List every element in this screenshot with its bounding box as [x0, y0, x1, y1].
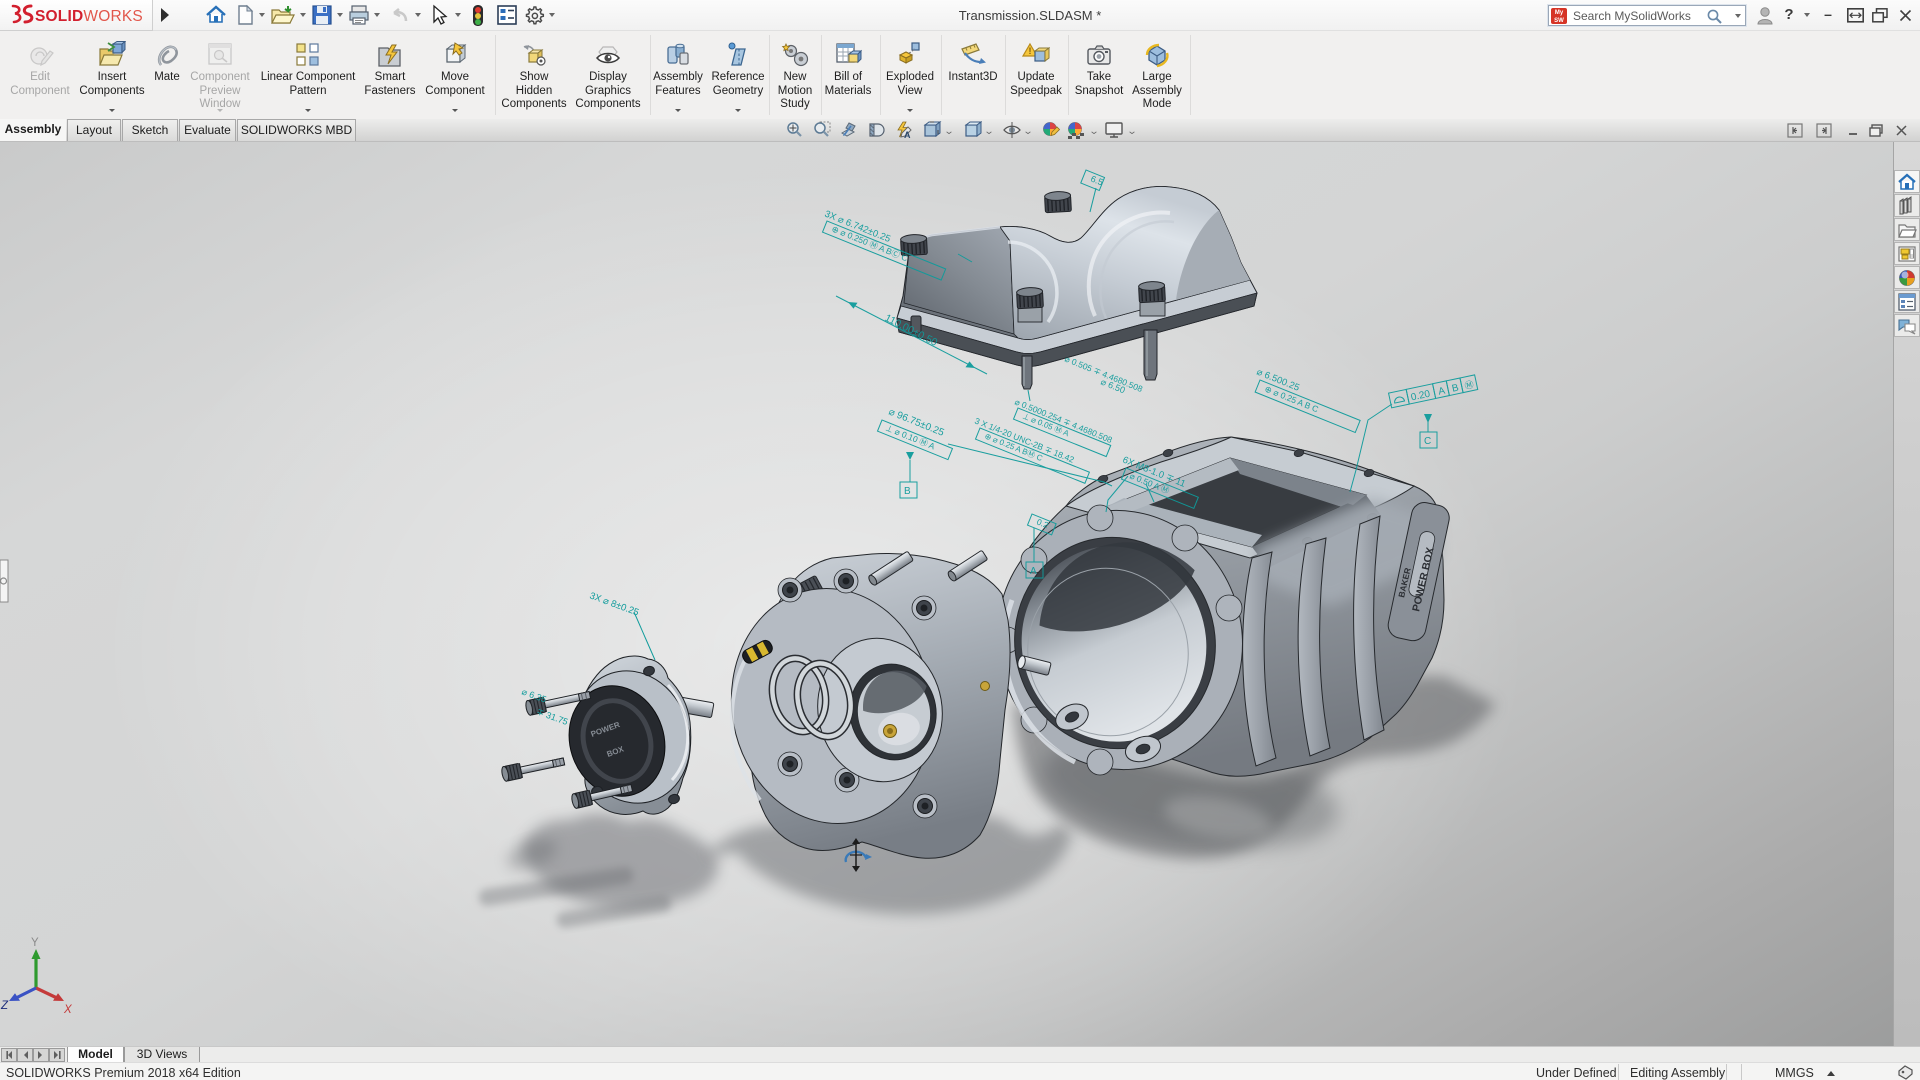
svg-text:SOLIDWORKS: SOLIDWORKS [35, 8, 143, 25]
svg-text:Ⓜ: Ⓜ [1464, 379, 1475, 391]
svg-text:C: C [1424, 436, 1431, 447]
svg-text:6.5: 6.5 [1089, 174, 1104, 188]
svg-text:0.20: 0.20 [1410, 389, 1432, 404]
svg-text:!: ! [1029, 46, 1032, 56]
svg-text:A: A [904, 130, 911, 140]
svg-text:Z: Z [0, 1000, 9, 1012]
svg-text:B: B [904, 486, 911, 497]
svg-text:A: A [1030, 566, 1037, 577]
svg-text:A: A [1437, 385, 1446, 397]
svg-text:B: B [1451, 383, 1460, 395]
svg-text:3X ⌀ 8±0.25: 3X ⌀ 8±0.25 [588, 590, 640, 618]
svg-text:Y: Y [31, 937, 39, 949]
svg-text:⌀ 0.505 ∓ 4.4680.508: ⌀ 0.505 ∓ 4.4680.508 [1063, 354, 1144, 395]
svg-text:∓ 31.75: ∓ 31.75 [535, 706, 569, 727]
svg-text:X: X [63, 1004, 73, 1016]
